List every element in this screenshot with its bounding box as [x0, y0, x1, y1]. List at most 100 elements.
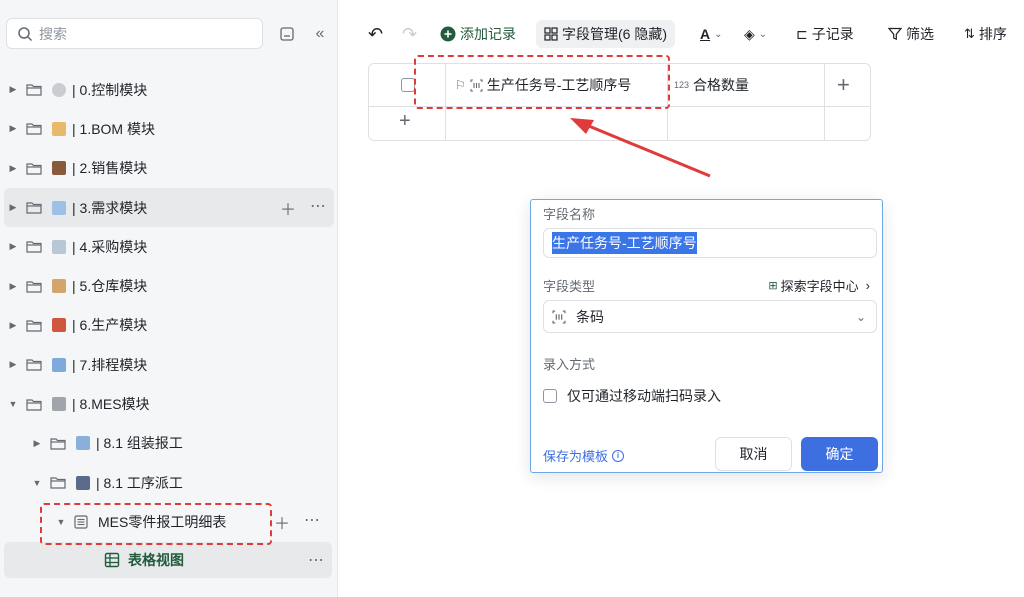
sidebar-search-row: 搜索 « — [6, 18, 332, 50]
sidebar-item-purchase[interactable]: ▶ | 4.采购模块 — [0, 227, 337, 266]
collapse-sidebar-icon[interactable]: « — [310, 24, 330, 44]
filter-button[interactable]: 筛选 — [888, 24, 934, 44]
sidebar-item-dispatch[interactable]: ▼ | 8.1 工序派工 — [0, 463, 337, 502]
item-actions: ＋ ⋯ — [280, 196, 326, 220]
checkbox[interactable] — [543, 389, 557, 403]
field-type-select[interactable]: 条码 ⌄ — [543, 300, 877, 333]
more-icon[interactable]: ⋯ — [304, 510, 320, 534]
undo-icon[interactable]: ↶ — [368, 24, 383, 45]
child-record-button[interactable]: ⊏ 子记录 — [796, 24, 854, 44]
chevron-down-icon: ⌄ — [758, 28, 768, 40]
annotation-highlight-box — [414, 55, 670, 109]
sidebar-item-label: | 4.采购模块 — [72, 238, 148, 255]
collapse-arrow-icon[interactable]: ▼ — [8, 399, 18, 409]
add-icon[interactable]: ＋ — [274, 510, 290, 534]
sidebar-item-label: | 0.控制模块 — [72, 81, 148, 98]
sidebar-item-label: | 7.排程模块 — [72, 356, 148, 373]
sidebar-item-label: 表格视图 — [128, 551, 184, 568]
annotation-highlight-box — [40, 503, 272, 545]
add-row-button[interactable]: + — [399, 110, 411, 133]
sidebar-item-bom[interactable]: ▶ | 1.BOM 模块 — [0, 109, 337, 148]
sidebar-item-sales[interactable]: ▶ | 2.销售模块 — [0, 149, 337, 188]
folder-icon — [26, 163, 42, 175]
clipboard-icon — [52, 121, 66, 136]
sidebar-tree: ▶ | 0.控制模块 ▶ | 1.BOM 模块 ▶ | 2.销售模块 ▶ | 3… — [0, 70, 337, 578]
select-all-checkbox[interactable] — [401, 78, 415, 92]
calendar-icon — [52, 357, 66, 372]
expand-arrow-icon[interactable]: ▶ — [8, 320, 18, 331]
sidebar-item-mes[interactable]: ▼ | 8.MES模块 — [0, 384, 337, 423]
add-icon[interactable]: ＋ — [280, 196, 296, 220]
expand-arrow-icon[interactable]: ▶ — [8, 84, 18, 95]
chevron-down-icon: ⌄ — [855, 309, 866, 324]
more-icon[interactable]: ⋯ — [308, 550, 324, 570]
text-color-icon: A — [700, 26, 711, 42]
sort-label: 排序 — [978, 26, 1007, 42]
save-as-template-link[interactable]: 保存为模板 i — [543, 446, 625, 465]
minimize-icon[interactable] — [277, 24, 297, 44]
expand-arrow-icon[interactable]: ▶ — [8, 359, 18, 370]
field-type-label: 字段类型 — [543, 279, 596, 294]
grid-icon — [544, 27, 558, 41]
package-icon — [52, 279, 66, 294]
sidebar-item-control[interactable]: ▶ | 0.控制模块 — [0, 70, 337, 109]
text-color-button[interactable]: A ⌄ — [700, 26, 723, 42]
collapse-arrow-icon[interactable]: ▼ — [32, 478, 42, 488]
cancel-button[interactable]: 取消 — [715, 437, 792, 471]
expand-arrow-icon[interactable]: ▶ — [8, 281, 18, 292]
redo-icon[interactable]: ↷ — [402, 24, 417, 45]
annotation-arrow — [570, 118, 711, 178]
sidebar-item-production[interactable]: ▶ | 6.生产模块 — [0, 306, 337, 345]
explore-field-center-label: 探索字段中心 — [780, 279, 859, 294]
sidebar-item-assembly[interactable]: ▶ | 8.1 组装报工 — [0, 424, 337, 463]
chevron-down-icon: ⌄ — [714, 28, 723, 40]
column-header-label: 合格数量 — [693, 77, 750, 93]
field-management-button[interactable]: 字段管理(6 隐藏) — [536, 20, 675, 48]
confirm-button[interactable]: 确定 — [801, 437, 878, 471]
field-edit-dialog: 字段名称 生产任务号-工艺顺序号 字段类型 ⊞ 探索字段中心 › 条码 ⌄ 录入… — [530, 199, 883, 473]
folder-icon — [26, 359, 42, 371]
main-toolbar: ↶ ↷ 添加记录 字段管理(6 隐藏) A ⌄ ◈ ⌄ ⊏ 子记录 筛选 ⇅ 排… — [350, 14, 1024, 54]
folder-icon — [50, 438, 66, 450]
entry-method-label: 录入方式 — [543, 357, 596, 372]
search-input[interactable]: 搜索 — [6, 18, 263, 49]
folder-icon — [26, 320, 42, 332]
sidebar-item-demand[interactable]: ▶ | 3.需求模块 ＋ ⋯ — [4, 187, 334, 228]
sidebar-item-schedule[interactable]: ▶ | 7.排程模块 — [0, 345, 337, 384]
expand-arrow-icon[interactable]: ▶ — [8, 241, 18, 252]
sort-button[interactable]: ⇅ 排序 — [964, 24, 1007, 44]
field-name-value: 生产任务号-工艺顺序号 — [552, 232, 697, 254]
field-name-input[interactable]: 生产任务号-工艺顺序号 — [543, 228, 877, 258]
sidebar-item-label: | 3.需求模块 — [72, 199, 148, 216]
expand-arrow-icon[interactable]: ▶ — [8, 202, 18, 213]
more-icon[interactable]: ⋯ — [310, 196, 326, 220]
add-record-button[interactable]: 添加记录 — [440, 24, 516, 44]
sidebar-item-grid-view[interactable]: 表格视图 ⋯ — [4, 541, 332, 578]
tools-icon — [52, 397, 66, 412]
add-column-button[interactable]: + — [837, 72, 850, 98]
sidebar-item-warehouse[interactable]: ▶ | 5.仓库模块 — [0, 266, 337, 305]
fill-color-button[interactable]: ◈ ⌄ — [744, 26, 767, 43]
mobile-scan-only-option[interactable]: 仅可通过移动端扫码录入 — [543, 386, 721, 406]
field-name-label: 字段名称 — [543, 207, 596, 222]
filter-icon — [888, 27, 902, 41]
checkbox-label: 仅可通过移动端扫码录入 — [567, 388, 721, 404]
grid-icon: ⊞ — [768, 280, 778, 292]
cart-icon — [52, 239, 66, 254]
expand-arrow-icon[interactable]: ▶ — [32, 438, 42, 449]
item-actions: ＋ ⋯ — [274, 510, 320, 534]
expand-arrow-icon[interactable]: ▶ — [8, 163, 18, 174]
column-header-qualified-qty[interactable]: 123 合格数量 — [674, 64, 749, 106]
grid-view-icon — [104, 552, 120, 567]
plus-circle-icon — [440, 26, 456, 42]
book-icon — [52, 318, 66, 333]
add-record-label: 添加记录 — [460, 26, 516, 42]
item-actions: ⋯ — [308, 550, 324, 570]
worker-icon — [76, 475, 90, 490]
calendar-icon — [52, 200, 66, 215]
sidebar-item-label: | 5.仓库模块 — [72, 278, 148, 295]
expand-arrow-icon[interactable]: ▶ — [8, 123, 18, 134]
filter-label: 筛选 — [906, 26, 934, 42]
sidebar: 搜索 « ▶ | 0.控制模块 ▶ | 1.BOM 模块 ▶ | 2.销售模块 … — [0, 0, 338, 597]
explore-field-center-link[interactable]: ⊞ 探索字段中心 › — [768, 276, 870, 295]
